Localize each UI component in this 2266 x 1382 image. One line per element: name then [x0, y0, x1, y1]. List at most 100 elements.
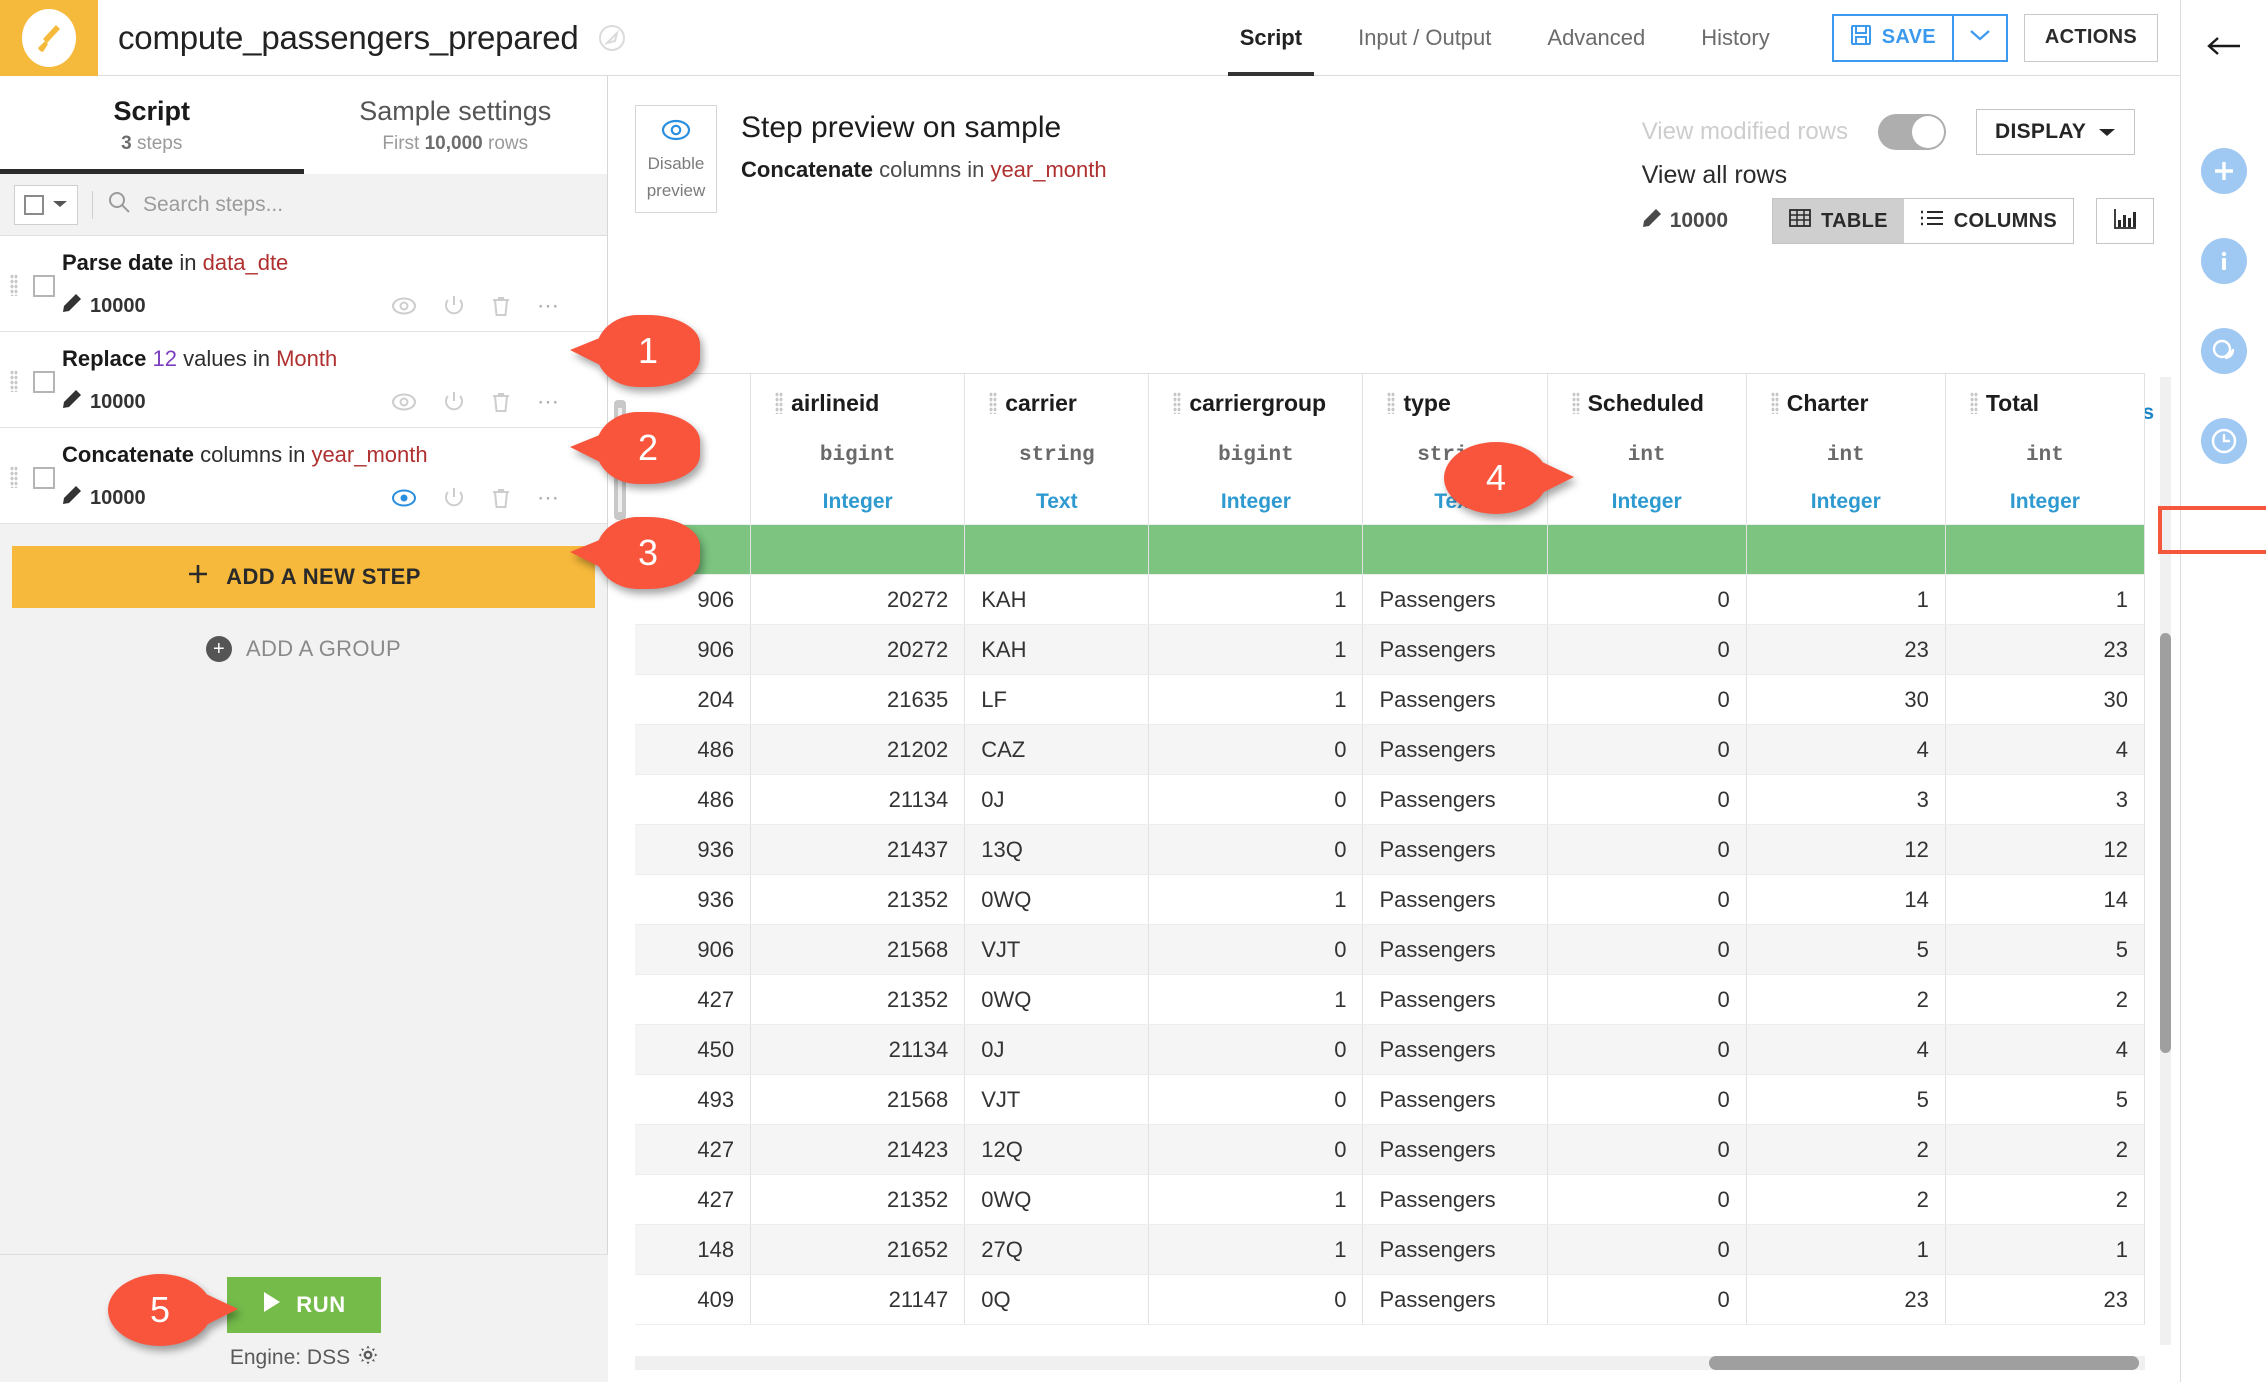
- history-clock-icon[interactable]: [2200, 418, 2247, 464]
- drag-handle-icon[interactable]: [10, 250, 26, 319]
- table-cell-charter[interactable]: 14: [1746, 874, 1946, 925]
- table-cell-carrier[interactable]: 12Q: [964, 1124, 1150, 1175]
- table-cell-airlineid[interactable]: 21568: [750, 924, 966, 975]
- table-row[interactable]: 409 21147 0Q 0 Passengers 0 23 23: [635, 1274, 2145, 1325]
- column-drag-handle-icon[interactable]: [1571, 392, 1580, 414]
- column-drag-handle-icon[interactable]: [775, 392, 784, 414]
- table-cell-total[interactable]: 5: [1945, 1074, 2145, 1125]
- gear-icon[interactable]: [358, 1345, 378, 1371]
- column-header-carrier[interactable]: carrier string Text: [964, 374, 1150, 525]
- table-cell-type[interactable]: Passengers: [1362, 874, 1548, 925]
- chat-icon[interactable]: [2200, 328, 2247, 374]
- column-meaning[interactable]: Integer: [1165, 480, 1346, 524]
- run-button[interactable]: RUN: [227, 1277, 381, 1333]
- table-cell-carriergroup[interactable]: 0: [1148, 724, 1364, 775]
- table-cell-scheduled[interactable]: 0: [1547, 974, 1747, 1025]
- table-cell-charter[interactable]: 5: [1746, 1074, 1946, 1125]
- table-cell-carriergroup[interactable]: 1: [1148, 574, 1364, 625]
- table-cell-type[interactable]: Passengers: [1362, 924, 1548, 975]
- column-storage-type[interactable]: bigint: [767, 432, 948, 480]
- table-cell-carriergroup[interactable]: 0: [1148, 1274, 1364, 1325]
- table-row[interactable]: 486 21134 0J 0 Passengers 0 3 3: [635, 774, 2145, 825]
- tab-input-output[interactable]: Input / Output: [1330, 0, 1519, 76]
- table-cell-type[interactable]: Passengers: [1362, 1274, 1548, 1325]
- table-cell-airlineid[interactable]: 21352: [750, 874, 966, 925]
- table-cell-carrier[interactable]: 0WQ: [964, 1174, 1150, 1225]
- display-dropdown-button[interactable]: DISPLAY: [1976, 109, 2136, 155]
- table-cell-airlineid[interactable]: 21352: [750, 1174, 966, 1225]
- table-cell-total[interactable]: 2: [1945, 1124, 2145, 1175]
- table-cell-type[interactable]: Passengers: [1362, 774, 1548, 825]
- table-cell-charter[interactable]: 4: [1746, 1024, 1946, 1075]
- table-cell-airlineid[interactable]: 21134: [750, 774, 966, 825]
- table-cell-total[interactable]: 2: [1945, 1174, 2145, 1225]
- table-cell-carriergroup[interactable]: 0: [1148, 1024, 1364, 1075]
- column-meaning[interactable]: Integer: [1763, 480, 1929, 524]
- table-cell-scheduled[interactable]: 0: [1547, 1174, 1747, 1225]
- step-more-menu-icon[interactable]: ⋯: [537, 487, 561, 509]
- preview-eye-icon[interactable]: [391, 392, 417, 412]
- step-checkbox[interactable]: [26, 346, 62, 415]
- table-cell-scheduled[interactable]: 0: [1547, 1224, 1747, 1275]
- add-new-step-button[interactable]: ADD A NEW STEP: [12, 546, 595, 608]
- table-row[interactable]: 936 21352 0WQ 1 Passengers 0 14 14: [635, 874, 2145, 925]
- chart-view-button[interactable]: [2096, 198, 2154, 244]
- column-storage-type[interactable]: int: [1962, 432, 2128, 480]
- table-row[interactable]: 486 21202 CAZ 0 Passengers 0 4 4: [635, 724, 2145, 775]
- actions-button[interactable]: ACTIONS: [2023, 13, 2158, 62]
- table-cell-total[interactable]: 1: [1945, 574, 2145, 625]
- select-all-checkbox[interactable]: [24, 194, 44, 215]
- horizontal-scrollbar-thumb[interactable]: [1709, 1356, 2139, 1370]
- power-toggle-icon[interactable]: [443, 295, 465, 317]
- table-cell-type[interactable]: Passengers: [1362, 974, 1548, 1025]
- drag-handle-icon[interactable]: [10, 346, 26, 415]
- table-cell-carrier[interactable]: KAH: [964, 624, 1150, 675]
- column-drag-handle-icon[interactable]: [1770, 392, 1779, 414]
- table-cell-airlineid[interactable]: 20272: [750, 624, 966, 675]
- data-table[interactable]: airlineid bigint Integer carrier string …: [635, 373, 2145, 1353]
- column-meaning[interactable]: Integer: [1962, 480, 2128, 524]
- table-cell-airlineid[interactable]: 21652: [750, 1224, 966, 1275]
- table-cell-carrier[interactable]: CAZ: [964, 724, 1150, 775]
- info-icon[interactable]: [2200, 238, 2247, 284]
- table-cell-charter[interactable]: 2: [1746, 1124, 1946, 1175]
- table-cell-charter[interactable]: 23: [1746, 1274, 1946, 1325]
- table-cell-scheduled[interactable]: 0: [1547, 1274, 1747, 1325]
- table-cell-airlineid[interactable]: 21134: [750, 1024, 966, 1075]
- table-cell-total[interactable]: 2: [1945, 974, 2145, 1025]
- table-cell-charter[interactable]: 1: [1746, 1224, 1946, 1275]
- table-cell-type[interactable]: Passengers: [1362, 624, 1548, 675]
- table-cell-total[interactable]: 4: [1945, 724, 2145, 775]
- select-all-steps-dropdown[interactable]: [14, 184, 78, 225]
- power-toggle-icon[interactable]: [443, 487, 465, 509]
- preview-eye-icon[interactable]: [391, 488, 417, 508]
- panel-tab-script[interactable]: Script 3 steps: [0, 76, 304, 174]
- column-drag-handle-icon[interactable]: [1173, 392, 1182, 414]
- column-header-charter[interactable]: Charter int Integer: [1746, 374, 1946, 525]
- step-checkbox[interactable]: [26, 250, 62, 319]
- delete-trash-icon[interactable]: [491, 391, 511, 413]
- column-storage-type[interactable]: string: [981, 432, 1132, 480]
- table-cell-scheduled[interactable]: 0: [1547, 624, 1747, 675]
- table-cell-carriergroup[interactable]: 1: [1148, 674, 1364, 725]
- table-cell-scheduled[interactable]: 0: [1547, 824, 1747, 875]
- view-mode-table[interactable]: TABLE: [1773, 199, 1904, 243]
- table-cell-carrier[interactable]: VJT: [964, 1074, 1150, 1125]
- table-cell-total[interactable]: 30: [1945, 674, 2145, 725]
- table-cell-scheduled[interactable]: 0: [1547, 724, 1747, 775]
- table-row[interactable]: 936 21437 13Q 0 Passengers 0 12 12: [635, 824, 2145, 875]
- table-cell-airlineid[interactable]: 21635: [750, 674, 966, 725]
- table-cell-carrier[interactable]: VJT: [964, 924, 1150, 975]
- table-row[interactable]: 427 21352 0WQ 1 Passengers 0 2 2: [635, 974, 2145, 1025]
- table-cell-charter[interactable]: 3: [1746, 774, 1946, 825]
- save-button[interactable]: SAVE: [1834, 16, 1952, 60]
- column-drag-handle-icon[interactable]: [1387, 392, 1396, 414]
- table-cell-carriergroup[interactable]: 0: [1148, 1074, 1364, 1125]
- table-cell-total[interactable]: 1: [1945, 1224, 2145, 1275]
- step-checkbox[interactable]: [26, 442, 62, 511]
- table-cell-charter[interactable]: 23: [1746, 624, 1946, 675]
- tab-advanced[interactable]: Advanced: [1519, 0, 1673, 76]
- view-modified-rows-toggle[interactable]: [1878, 114, 1946, 150]
- view-mode-columns[interactable]: COLUMNS: [1903, 199, 2073, 243]
- tab-history[interactable]: History: [1673, 0, 1797, 76]
